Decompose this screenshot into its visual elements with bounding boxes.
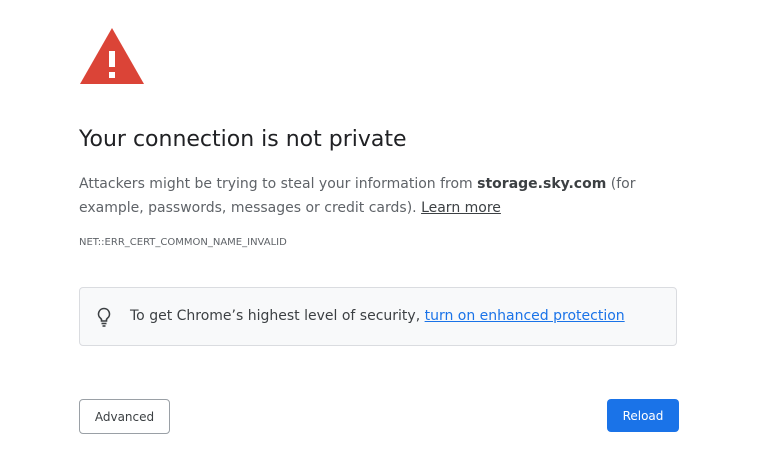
host-name: storage.sky.com bbox=[477, 176, 607, 192]
exclamation-bar bbox=[109, 51, 115, 67]
warning-triangle-icon bbox=[79, 27, 145, 85]
lightbulb-icon bbox=[96, 307, 112, 327]
enhanced-protection-promo: To get Chrome’s highest level of securit… bbox=[79, 287, 677, 346]
advanced-button[interactable]: Advanced bbox=[79, 399, 170, 434]
exclamation-dot bbox=[109, 72, 115, 78]
promo-text: To get Chrome’s highest level of securit… bbox=[130, 308, 425, 324]
enhanced-protection-link[interactable]: turn on enhanced protection bbox=[425, 308, 625, 324]
explanation-prefix: Attackers might be trying to steal your … bbox=[79, 176, 478, 192]
ssl-interstitial-page: Your connection is not private Attackers… bbox=[0, 0, 759, 459]
explanation-paragraph: Attackers might be trying to steal your … bbox=[79, 172, 679, 220]
learn-more-link[interactable]: Learn more bbox=[421, 200, 501, 216]
error-code: NET::ERR_CERT_COMMON_NAME_INVALID bbox=[79, 237, 287, 248]
promo-message: To get Chrome’s highest level of securit… bbox=[130, 308, 625, 324]
reload-button[interactable]: Reload bbox=[607, 399, 679, 432]
page-title: Your connection is not private bbox=[79, 127, 407, 152]
